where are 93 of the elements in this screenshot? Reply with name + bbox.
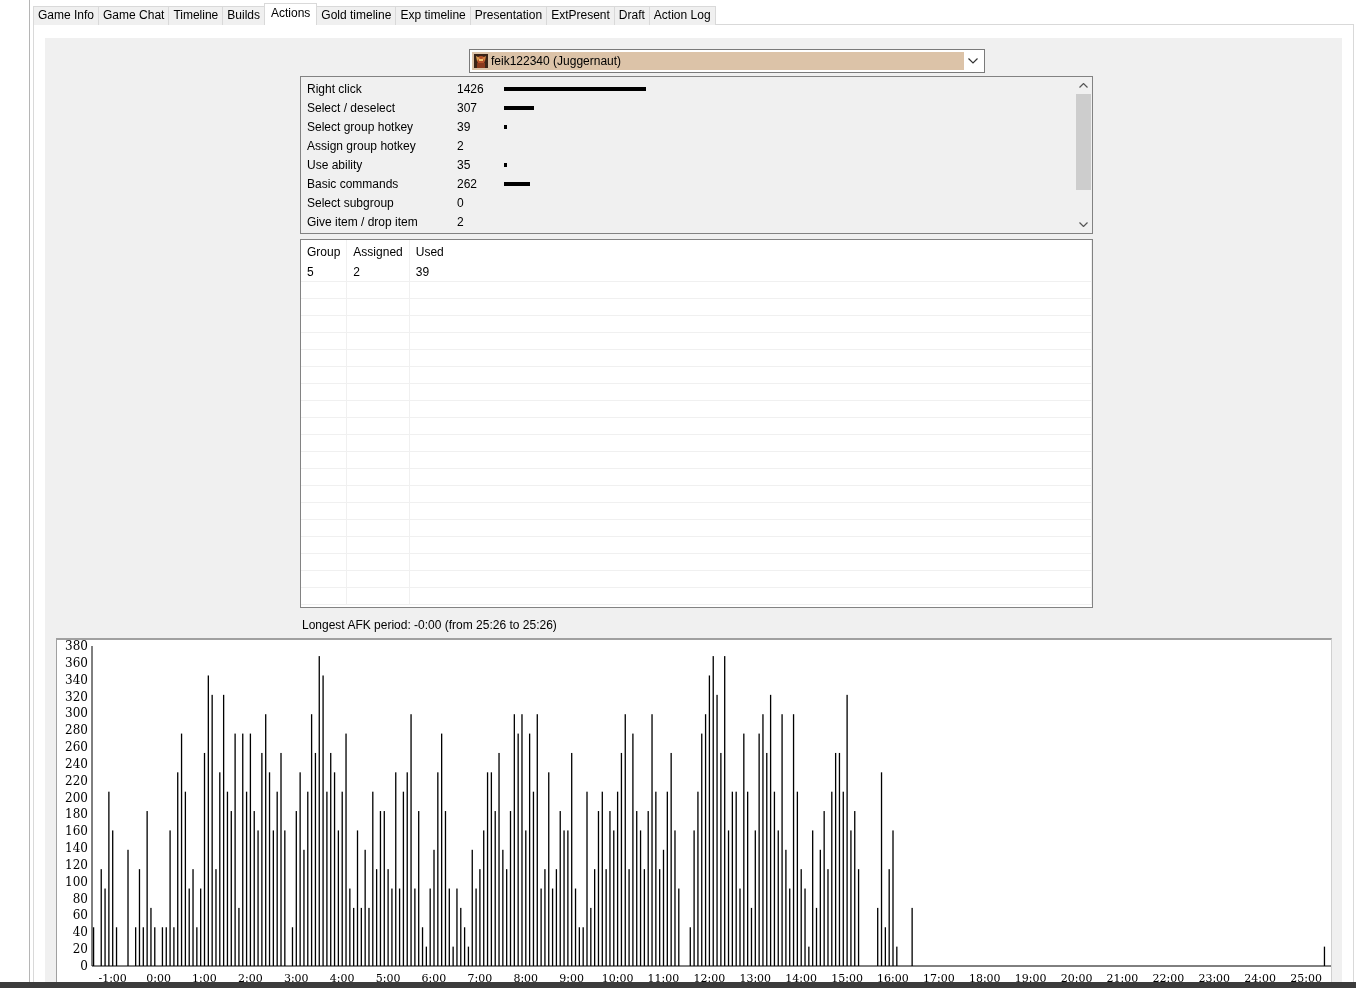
y-tick-label: 200 xyxy=(65,790,88,805)
x-tick-label: 13:00 xyxy=(739,972,772,985)
column-header: Assigned xyxy=(346,240,410,264)
action-count: 2 xyxy=(457,213,465,231)
action-count: 39 xyxy=(457,118,472,136)
x-tick-label: 8:00 xyxy=(513,972,539,985)
scroll-down-icon[interactable] xyxy=(1079,222,1088,227)
tab[interactable]: Game Chat xyxy=(98,6,170,25)
y-tick-label: 180 xyxy=(65,807,88,822)
afk-text: Longest AFK period: -0:00 (from 25:26 to 25:26) xyxy=(302,617,558,634)
x-tick-label: 1:00 xyxy=(192,972,217,985)
dropdown-value: feik122340 (Juggernaut) xyxy=(491,53,622,69)
y-tick-label: 240 xyxy=(65,756,88,771)
tab[interactable]: Gold timeline xyxy=(316,6,397,25)
action-count: 262 xyxy=(457,175,479,193)
tab[interactable]: Actions xyxy=(264,3,318,25)
table-cell: 5 xyxy=(301,264,347,281)
action-count: 35 xyxy=(457,156,472,174)
action-bar xyxy=(504,181,530,186)
y-tick-label: 340 xyxy=(65,672,88,687)
x-tick-label: 6:00 xyxy=(421,972,447,985)
x-tick-label: 22:00 xyxy=(1152,972,1185,985)
x-tick-label: 17:00 xyxy=(923,972,955,985)
action-name: Basic commands xyxy=(307,175,400,193)
tab[interactable]: Presentation xyxy=(469,6,548,25)
x-tick-label: 5:00 xyxy=(375,972,401,985)
x-tick-label: 7:00 xyxy=(467,972,493,985)
y-tick-label: 0 xyxy=(80,959,88,973)
y-tick-label: 320 xyxy=(65,689,88,704)
action-name: Select / deselect xyxy=(307,99,397,117)
y-tick-label: 100 xyxy=(65,874,88,889)
action-bar xyxy=(504,162,507,167)
tab[interactable]: Game Info xyxy=(33,6,100,25)
x-tick-label: 21:00 xyxy=(1106,972,1139,985)
scroll-up-icon[interactable] xyxy=(1079,83,1088,88)
action-name: Select subgroup xyxy=(307,194,395,212)
x-tick-label: 15:00 xyxy=(831,972,863,985)
y-tick-label: 260 xyxy=(65,740,88,755)
column-header: Group xyxy=(301,240,347,264)
y-tick-label: 80 xyxy=(72,891,88,906)
x-tick-label: 14:00 xyxy=(785,972,817,985)
tab[interactable]: Builds xyxy=(222,6,265,25)
tab[interactable]: ExtPresent xyxy=(546,6,615,25)
bar xyxy=(92,927,95,966)
table-cell: 39 xyxy=(409,264,1092,281)
scroll-thumb[interactable] xyxy=(1076,94,1091,190)
x-tick-label: 9:00 xyxy=(559,972,584,985)
action-count: 0 xyxy=(457,194,465,212)
y-tick-label: 20 xyxy=(72,942,88,957)
x-tick-label: 2:00 xyxy=(238,972,263,985)
tab[interactable]: Draft xyxy=(613,6,650,25)
action-name: Select group hotkey xyxy=(307,118,415,136)
x-tick-label: -1:00 xyxy=(98,972,127,985)
x-tick-label: 23:00 xyxy=(1198,972,1231,985)
action-name: Right click xyxy=(307,80,363,98)
y-tick-label: 140 xyxy=(65,841,88,856)
y-tick-label: 220 xyxy=(65,773,88,788)
x-tick-label: 12:00 xyxy=(693,972,726,985)
action-name: Give item / drop item xyxy=(307,213,419,231)
action-bar xyxy=(504,105,534,110)
x-tick-label: 0:00 xyxy=(146,972,171,985)
x-tick-label: 10:00 xyxy=(601,972,634,985)
x-tick-label: 3:00 xyxy=(283,972,309,985)
action-count: 307 xyxy=(457,99,479,117)
y-tick-label: 120 xyxy=(65,857,88,872)
player-dropdown[interactable]: feik122340 (Juggernaut) xyxy=(469,49,985,73)
y-tick-label: 360 xyxy=(65,655,88,670)
tab[interactable]: Action Log xyxy=(648,6,716,25)
y-tick-label: 60 xyxy=(72,908,88,923)
action-count: 2 xyxy=(457,137,465,155)
tab[interactable]: Exp timeline xyxy=(395,6,471,25)
column-header: Used xyxy=(409,240,1092,264)
bar xyxy=(1323,946,1326,966)
action-name: Use ability xyxy=(307,156,364,174)
y-tick-label: 280 xyxy=(65,723,88,738)
y-tick-label: 160 xyxy=(65,824,88,839)
x-tick-label: 4:00 xyxy=(329,972,355,985)
action-bar xyxy=(504,124,507,129)
tab[interactable]: Timeline xyxy=(168,6,224,25)
action-name: Assign group hotkey xyxy=(307,137,417,155)
y-tick-label: 300 xyxy=(65,706,88,721)
x-tick-label: 11:00 xyxy=(647,972,680,985)
y-tick-label: 380 xyxy=(65,640,88,653)
x-tick-label: 25:00 xyxy=(1290,972,1322,985)
x-tick-label: 24:00 xyxy=(1244,972,1276,985)
action-count: 1426 xyxy=(457,80,485,98)
x-tick-label: 18:00 xyxy=(968,972,1001,985)
caret-icon xyxy=(968,58,978,64)
x-tick-label: 16:00 xyxy=(877,972,909,985)
y-tick-label: 40 xyxy=(72,925,88,940)
x-tick-label: 20:00 xyxy=(1060,972,1093,985)
x-tick-label: 19:00 xyxy=(1014,972,1047,985)
table-cell: 2 xyxy=(346,264,410,281)
